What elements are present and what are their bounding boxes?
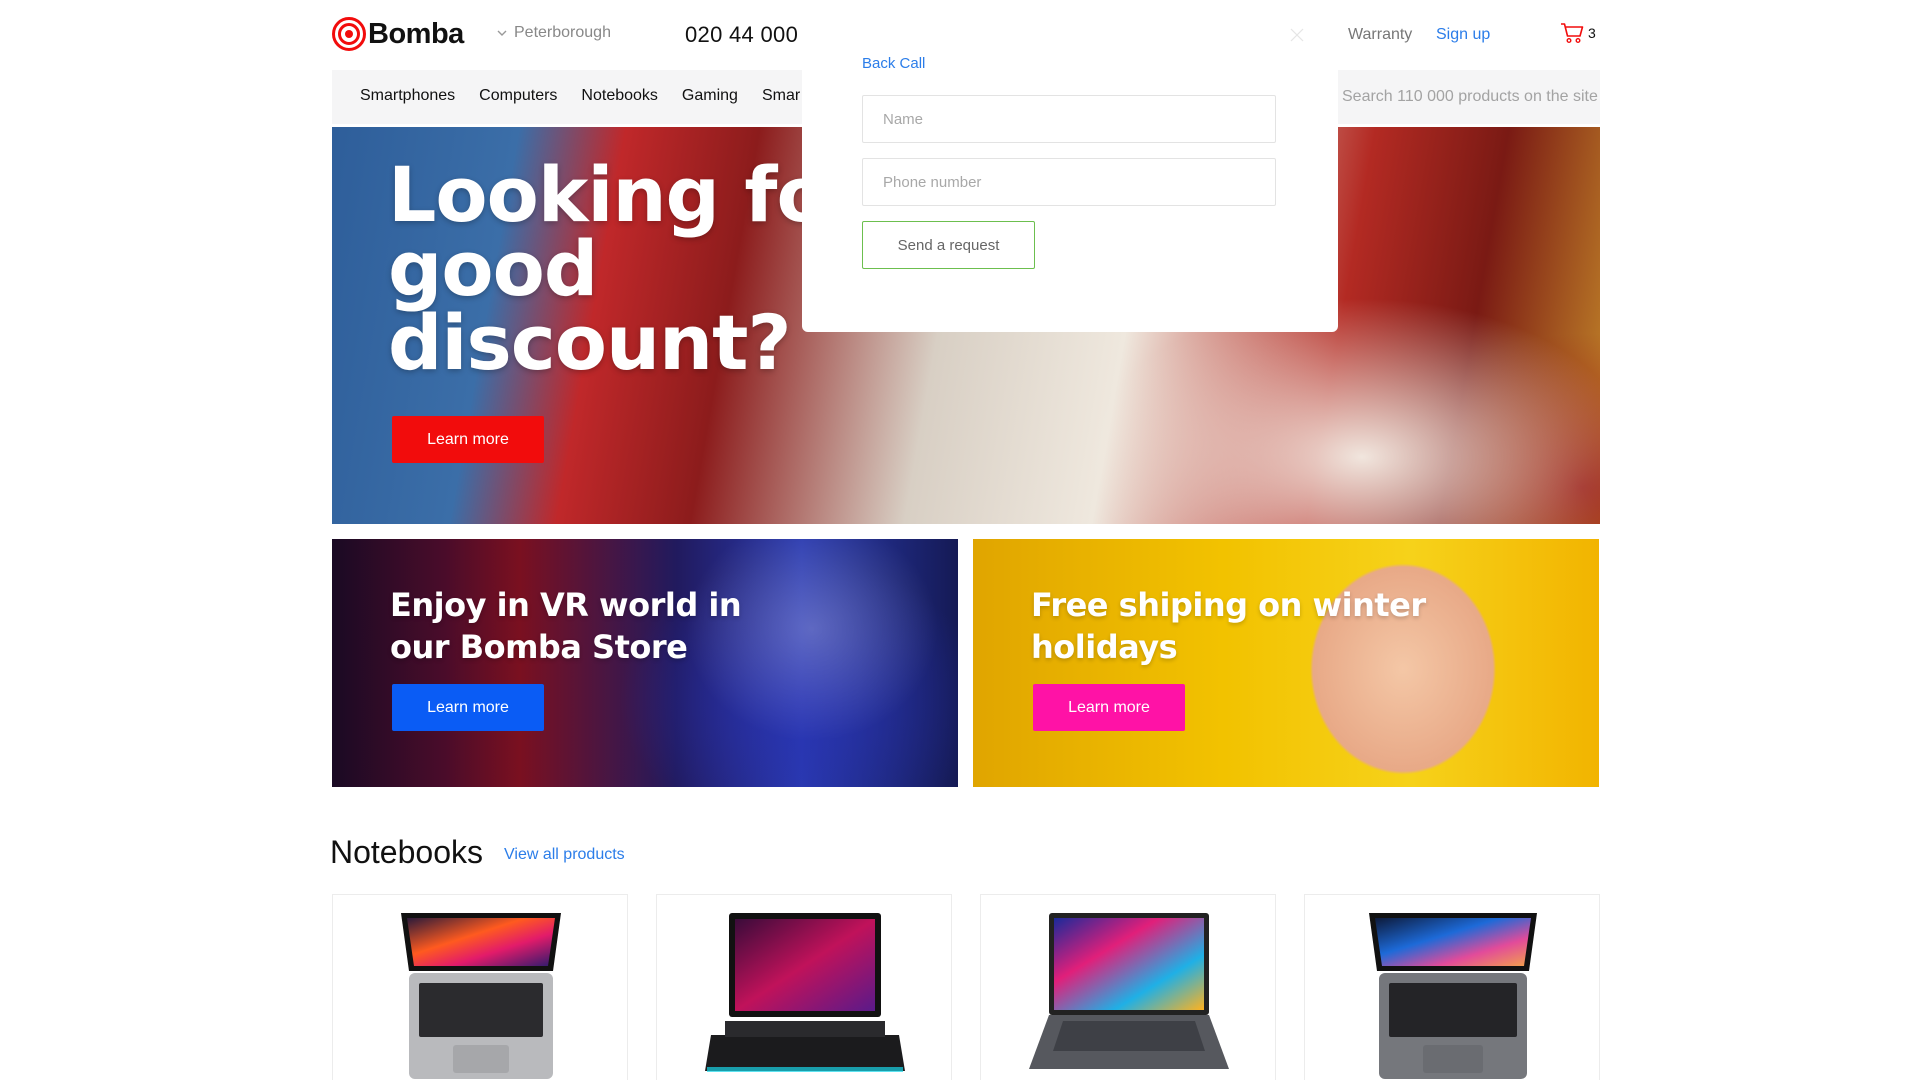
section-title: Notebooks <box>330 834 483 870</box>
logo[interactable]: Bomba <box>332 16 464 52</box>
product-card[interactable] <box>980 894 1276 1080</box>
brand-name: Bomba <box>368 17 464 50</box>
search-input[interactable]: Search 110 000 products on the site <box>1342 88 1598 106</box>
warranty-link[interactable]: Warranty <box>1348 26 1412 44</box>
send-request-button[interactable]: Send a request <box>862 221 1035 269</box>
city-label: Peterborough <box>514 24 611 41</box>
logo-target-icon <box>332 17 366 51</box>
signup-link[interactable]: Sign up <box>1436 26 1490 44</box>
cart-count: 3 <box>1588 25 1596 41</box>
hero-learn-more-button[interactable]: Learn more <box>392 416 544 463</box>
laptop-image <box>401 913 561 1079</box>
promo-vr-title: Enjoy in VR world in our Bomba Store <box>390 586 742 666</box>
product-card[interactable] <box>332 894 628 1080</box>
laptop-image <box>705 913 905 1072</box>
back-call-title: Back Call <box>862 55 926 72</box>
cart-button[interactable]: 3 <box>1560 22 1596 44</box>
laptop-image <box>1369 913 1537 1079</box>
name-field[interactable] <box>862 95 1276 143</box>
product-card[interactable] <box>656 894 952 1080</box>
promo-shipping-title: Free shiping on winter holidays <box>1031 586 1426 666</box>
chevron-down-icon <box>497 30 507 36</box>
nav-item-smart[interactable]: Smar <box>762 87 800 105</box>
nav-item-gaming[interactable]: Gaming <box>682 87 738 105</box>
promo-vr-learn-more-button[interactable]: Learn more <box>392 684 544 731</box>
nav-item-computers[interactable]: Computers <box>479 87 557 105</box>
category-nav: Smartphones Computers Notebooks Gaming S… <box>360 87 800 105</box>
view-all-link[interactable]: View all products <box>504 846 625 864</box>
product-card[interactable] <box>1304 894 1600 1080</box>
city-selector[interactable]: Peterborough <box>496 24 611 42</box>
close-icon[interactable] <box>1290 28 1304 42</box>
cart-icon <box>1561 23 1584 44</box>
nav-item-smartphones[interactable]: Smartphones <box>360 87 455 105</box>
phone-field[interactable] <box>862 158 1276 206</box>
promo-shipping-learn-more-button[interactable]: Learn more <box>1033 684 1185 731</box>
nav-item-notebooks[interactable]: Notebooks <box>581 87 658 105</box>
phone-number[interactable]: 020 44 000 <box>685 22 798 48</box>
laptop-image <box>1029 913 1229 1069</box>
